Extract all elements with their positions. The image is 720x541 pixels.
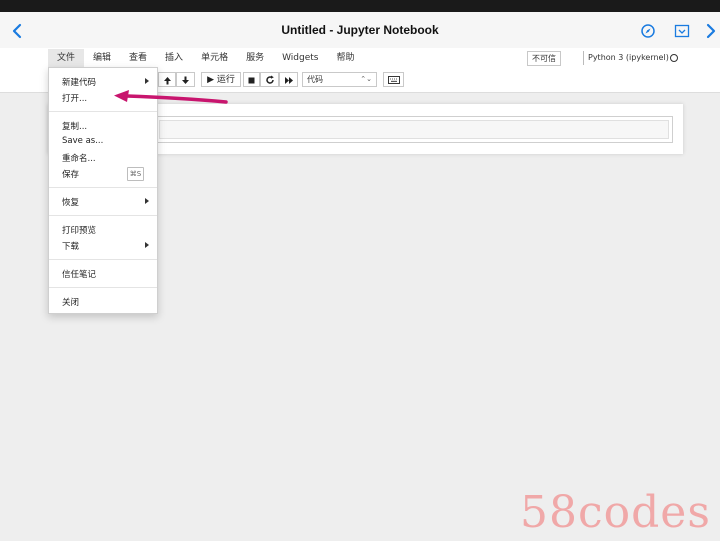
submenu-caret-icon	[145, 78, 149, 84]
menu-make-copy[interactable]: 复制...	[62, 120, 87, 132]
restart-icon	[265, 75, 274, 84]
watermark: 58codes	[520, 487, 711, 538]
menu-cell[interactable]: 单元格	[192, 49, 237, 67]
menu-save[interactable]: 保存	[62, 168, 79, 180]
restart-button[interactable]	[260, 72, 279, 87]
menu-help[interactable]: 帮助	[327, 49, 363, 67]
interrupt-button[interactable]	[243, 72, 260, 87]
menu-kernel[interactable]: 服务	[237, 49, 273, 67]
menu-insert[interactable]: 插入	[156, 49, 192, 67]
kernel-indicator: Python 3 (ipykernel)	[583, 51, 669, 65]
trust-button[interactable]: 不可信	[527, 51, 561, 66]
select-arrows-icon: ⌃⌄	[360, 75, 372, 83]
menu-divider	[49, 259, 157, 260]
menu-divider	[49, 187, 157, 188]
menu-rename[interactable]: 重命名...	[62, 152, 96, 164]
menu-print-preview[interactable]: 打印预览	[62, 224, 96, 236]
cell-type-value: 代码	[307, 75, 323, 84]
menu-new-notebook[interactable]: 新建代码	[62, 76, 96, 88]
run-button[interactable]: ▶ 运行	[201, 72, 241, 87]
kernel-status-icon	[670, 54, 678, 62]
menu-close[interactable]: 关闭	[62, 296, 79, 308]
menubar: 文件 编辑 查看 插入 单元格 服务 Widgets 帮助	[48, 49, 364, 67]
save-shortcut-badge: ⌘S	[127, 167, 144, 181]
menu-open[interactable]: 打开...	[62, 92, 87, 104]
menu-save-as[interactable]: Save as...	[62, 136, 103, 146]
cell-type-select[interactable]: 代码 ⌃⌄	[302, 72, 377, 87]
arrow-up-icon	[163, 77, 171, 85]
page-title: Untitled - Jupyter Notebook	[281, 23, 439, 37]
menu-divider	[49, 111, 157, 112]
download-box-icon[interactable]	[674, 24, 690, 38]
menu-download[interactable]: 下载	[62, 240, 79, 252]
submenu-caret-icon	[145, 242, 149, 248]
menu-widgets[interactable]: Widgets	[273, 49, 327, 67]
submenu-caret-icon	[145, 198, 149, 204]
annotation-arrow-icon	[114, 90, 228, 104]
keyboard-icon	[387, 76, 400, 84]
menu-revert[interactable]: 恢复	[62, 196, 79, 208]
move-up-button[interactable]	[158, 72, 176, 87]
restart-run-all-button[interactable]	[279, 72, 298, 87]
command-palette-button[interactable]	[383, 72, 404, 87]
menu-file[interactable]: 文件	[48, 49, 85, 67]
cell-input[interactable]	[159, 120, 669, 139]
menu-edit[interactable]: 编辑	[84, 49, 120, 67]
menu-divider	[49, 215, 157, 216]
menu-view[interactable]: 查看	[120, 49, 156, 67]
forward-chevron-icon[interactable]	[703, 20, 719, 42]
fast-forward-icon	[284, 77, 293, 84]
menu-divider	[49, 287, 157, 288]
menu-trust-notebook[interactable]: 信任笔记	[62, 268, 96, 280]
stop-icon	[248, 77, 255, 84]
status-bar	[0, 0, 720, 12]
move-down-button[interactable]	[176, 72, 195, 87]
compass-icon[interactable]	[640, 23, 656, 39]
arrow-down-icon	[182, 76, 189, 84]
